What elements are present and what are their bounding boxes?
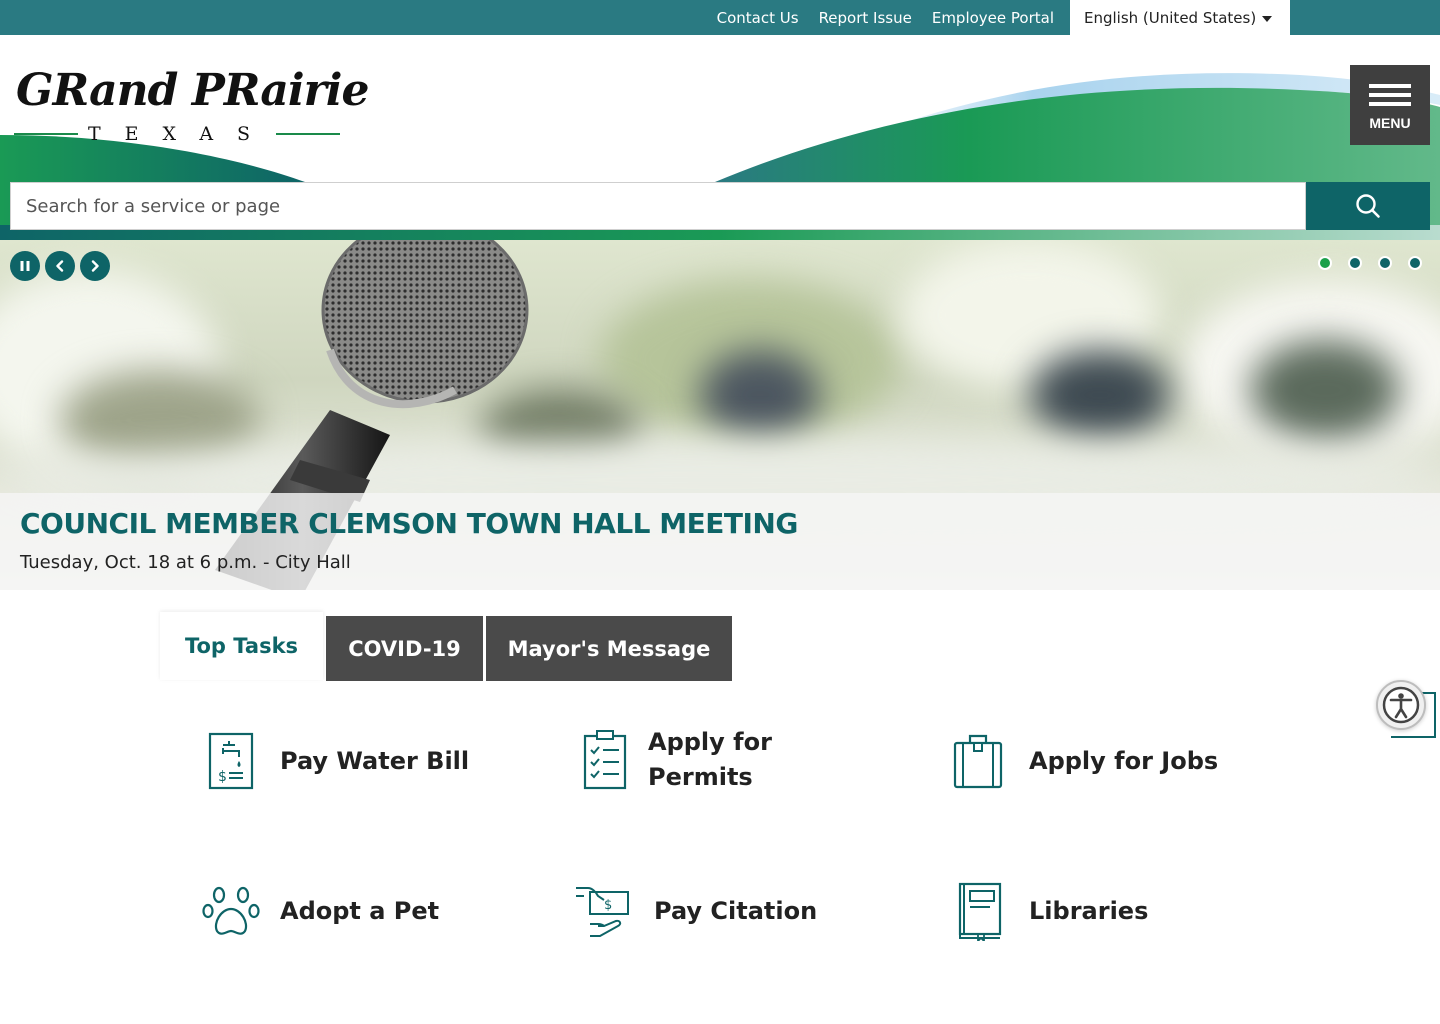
logo-texas-line: TEXAS xyxy=(14,123,341,145)
briefcase-icon xyxy=(947,730,1009,792)
accessibility-button[interactable] xyxy=(1376,680,1426,730)
slide-indicators xyxy=(1318,256,1422,270)
book-icon xyxy=(947,880,1009,942)
slide-dot-4[interactable] xyxy=(1408,256,1422,270)
utility-links: Contact Us Report Issue Employee Portal xyxy=(717,0,1054,35)
svg-text:$: $ xyxy=(604,898,612,913)
task-label: Pay Water Bill xyxy=(280,746,470,775)
search-icon xyxy=(1356,194,1380,218)
payment-icon: $ xyxy=(574,880,636,942)
slide-dot-1[interactable] xyxy=(1318,256,1332,270)
pause-button[interactable] xyxy=(10,251,40,281)
next-slide-button[interactable] xyxy=(80,251,110,281)
employee-portal-link[interactable]: Employee Portal xyxy=(932,9,1054,27)
search-button[interactable] xyxy=(1306,182,1430,230)
logo-rule xyxy=(276,133,341,135)
previous-slide-button[interactable] xyxy=(45,251,75,281)
pause-icon xyxy=(20,261,30,271)
slide-dot-2[interactable] xyxy=(1348,256,1362,270)
paw-icon xyxy=(200,880,262,942)
tab-top-tasks[interactable]: Top Tasks xyxy=(160,612,323,680)
slide-dot-3[interactable] xyxy=(1378,256,1392,270)
water-bill-icon: $ xyxy=(200,730,262,792)
contact-us-link[interactable]: Contact Us xyxy=(717,9,799,27)
language-select[interactable]: English (United States) xyxy=(1070,0,1290,35)
chevron-down-icon xyxy=(1262,16,1273,22)
task-label: Pay Citation xyxy=(654,896,818,925)
task-adopt-a-pet[interactable]: Adopt a Pet xyxy=(200,880,439,942)
hero-title: COUNCIL MEMBER CLEMSON TOWN HALL MEETING xyxy=(20,507,798,540)
report-issue-link[interactable]: Report Issue xyxy=(819,9,912,27)
accessibility-icon xyxy=(1382,686,1420,724)
task-label: Adopt a Pet xyxy=(280,896,440,925)
task-libraries[interactable]: Libraries xyxy=(947,880,1148,942)
task-label: Apply for Permits xyxy=(648,728,772,791)
tab-mayors-message[interactable]: Mayor's Message xyxy=(486,616,732,681)
task-pay-citation[interactable]: $ Pay Citation xyxy=(574,880,817,942)
hamburger-icon xyxy=(1369,79,1411,111)
chevron-right-icon xyxy=(91,260,99,272)
tab-covid-19[interactable]: COVID-19 xyxy=(326,616,483,681)
logo-texas: TEXAS xyxy=(87,123,275,145)
task-pay-water-bill[interactable]: $ Pay Water Bill xyxy=(200,730,469,792)
logo-rule xyxy=(14,133,78,135)
grand-prairie-logo[interactable]: GRand PRairie TEXAS xyxy=(14,65,370,150)
checklist-icon xyxy=(574,729,636,791)
site-header: GRand PRairie TEXAS MENU xyxy=(0,35,1440,240)
content-tabs: Top Tasks COVID-19 Mayor's Message xyxy=(160,612,732,681)
task-apply-for-jobs[interactable]: Apply for Jobs xyxy=(947,730,1218,792)
menu-label: MENU xyxy=(1369,115,1411,131)
language-label: English (United States) xyxy=(1084,8,1257,27)
utility-bar: Contact Us Report Issue Employee Portal … xyxy=(0,0,1440,35)
hero-caption[interactable]: COUNCIL MEMBER CLEMSON TOWN HALL MEETING… xyxy=(0,493,1440,590)
search-bar xyxy=(10,182,1430,230)
search-input[interactable] xyxy=(10,182,1306,230)
task-apply-for-permits[interactable]: Apply for Permits xyxy=(574,725,778,795)
slider-controls xyxy=(10,251,110,281)
task-label: Apply for Jobs xyxy=(1029,746,1219,775)
logo-wordmark: GRand PRairie xyxy=(16,65,370,116)
task-label: Libraries xyxy=(1029,896,1149,925)
hero-subtitle: Tuesday, Oct. 18 at 6 p.m. - City Hall xyxy=(20,552,351,573)
hero-slider: COUNCIL MEMBER CLEMSON TOWN HALL MEETING… xyxy=(0,240,1440,590)
svg-text:$: $ xyxy=(218,769,227,785)
chevron-left-icon xyxy=(56,260,64,272)
menu-button[interactable]: MENU xyxy=(1350,65,1430,145)
